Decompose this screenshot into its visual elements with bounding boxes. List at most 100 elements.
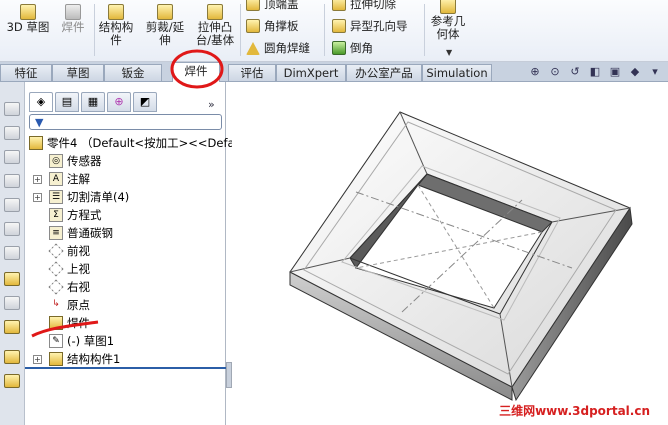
left-toolbar — [0, 82, 25, 425]
sketch3d-icon — [20, 4, 36, 20]
tab-features[interactable]: 特征 — [0, 64, 52, 81]
plane-icon — [48, 243, 64, 259]
display-manager-tab[interactable]: ◩ — [133, 92, 157, 112]
feature-manager-tab[interactable]: ◈ — [29, 92, 53, 112]
fillet-bead-icon — [246, 41, 260, 55]
tree-filter-input[interactable]: ▼ — [29, 114, 222, 130]
extruded-cut-icon — [332, 0, 346, 11]
extruded-boss-button[interactable]: 拉伸凸台/基体 — [193, 4, 237, 47]
dimxpert-manager-tab[interactable]: ⊕ — [107, 92, 131, 112]
tab-simulation[interactable]: Simulation — [422, 64, 492, 81]
heads-up-view-toolbar: ⊕ ⊙ ↺ ◧ ▣ ◆ ▾ — [528, 65, 662, 79]
display-icon: ◩ — [139, 95, 151, 108]
tree-item-weldment[interactable]: 焊件 — [49, 314, 90, 332]
tab-sheet-metal[interactable]: 钣金 — [104, 64, 162, 81]
gusset-button[interactable]: 角撑板 — [246, 18, 299, 34]
sketch3d-button[interactable]: 3D 草图 — [6, 4, 50, 34]
weldments-icon — [65, 4, 81, 20]
toolbar-button[interactable] — [4, 174, 20, 188]
weldments-button[interactable]: 焊件 — [56, 4, 90, 34]
tree-item-top-plane[interactable]: 上视 — [48, 260, 90, 278]
ref-geometry-icon — [440, 0, 456, 14]
panel-divider — [25, 367, 226, 369]
tree-item-material[interactable]: ≡ 普通碳钢 — [49, 224, 113, 242]
ref-geometry-button[interactable]: 参考几何体 — [428, 0, 468, 41]
tree-item-equations[interactable]: Σ 方程式 — [49, 206, 102, 224]
display-style-icon[interactable]: ◆ — [628, 65, 642, 79]
toolbar-button[interactable] — [4, 198, 20, 212]
feature-tree-icon: ◈ — [36, 95, 46, 108]
expand-toggle[interactable]: + — [33, 355, 42, 364]
previous-view-icon[interactable]: ↺ — [568, 65, 582, 79]
command-manager-ribbon: 3D 草图 焊件 结构构件 剪裁/延伸 拉伸凸台/基体 顶端盖 角撑板 圆角焊缝… — [0, 0, 668, 62]
tab-dimxpert[interactable]: DimXpert — [276, 64, 346, 81]
weldment-frame-model — [289, 111, 633, 402]
toolbar-button[interactable] — [4, 374, 20, 388]
configuration-manager-tab[interactable]: ▦ — [81, 92, 105, 112]
tree-item-origin[interactable]: ↳ 原点 — [49, 296, 90, 314]
ribbon-separator — [94, 4, 95, 56]
hole-wizard-button[interactable]: 异型孔向导 — [332, 18, 408, 34]
tree-item-right-plane[interactable]: 右视 — [48, 278, 90, 296]
toolbar-button[interactable] — [4, 102, 20, 116]
chevron-right-icon[interactable]: » — [208, 98, 215, 111]
toolbar-button[interactable] — [4, 222, 20, 236]
section-view-icon[interactable]: ◧ — [588, 65, 602, 79]
ribbon-separator — [324, 4, 325, 56]
property-manager-tab[interactable]: ▤ — [55, 92, 79, 112]
toolbar-button[interactable] — [4, 272, 20, 286]
tree-item-cut-list[interactable]: ☰ 切割清单(4) — [49, 188, 129, 206]
hole-wizard-icon — [332, 19, 346, 33]
weldment-icon — [49, 316, 63, 330]
toolbar-button[interactable] — [4, 350, 20, 364]
tab-evaluate[interactable]: 评估 — [228, 64, 276, 81]
chevron-down-icon[interactable]: ▾ — [648, 65, 662, 79]
view-orientation-icon[interactable]: ▣ — [608, 65, 622, 79]
zoom-to-area-icon[interactable]: ⊙ — [548, 65, 562, 79]
crosshair-icon: ⊕ — [114, 95, 124, 108]
toolbar-button[interactable] — [4, 150, 20, 164]
toolbar-button[interactable] — [4, 296, 20, 310]
tab-office-products[interactable]: 办公室产品 — [346, 64, 422, 81]
tree-item-sketch1[interactable]: ✎ (-) 草图1 — [49, 332, 114, 350]
gusset-icon — [246, 19, 260, 33]
tree-item-structural-member1[interactable]: 结构构件1 — [49, 350, 120, 368]
fillet-bead-button[interactable]: 圆角焊缝 — [246, 40, 310, 56]
expand-toggle[interactable]: + — [33, 175, 42, 184]
graphics-area[interactable]: 三维网www.3dportal.cn — [232, 82, 668, 425]
annotation-icon: A — [49, 172, 63, 186]
chamfer-button[interactable]: 倒角 — [332, 40, 373, 56]
origin-icon: ↳ — [52, 299, 60, 309]
toolbar-button[interactable] — [4, 246, 20, 260]
expand-toggle[interactable]: + — [33, 193, 42, 202]
end-cap-button[interactable]: 顶端盖 — [246, 0, 299, 12]
watermark-text: 三维网www.3dportal.cn — [499, 404, 650, 418]
feature-manager-panel: ◈ ▤ ▦ ⊕ ◩ » ▼ 零件4 （Default<按加工><<Defa ◎ … — [25, 82, 235, 425]
tree-item-sensors[interactable]: ◎ 传感器 — [49, 152, 102, 170]
plane-icon — [48, 279, 64, 295]
trim-extend-icon — [157, 4, 173, 20]
toolbar-button[interactable] — [4, 126, 20, 140]
end-cap-icon — [246, 0, 260, 11]
extruded-cut-button[interactable]: 拉伸切除 — [332, 0, 396, 12]
trim-extend-button[interactable]: 剪裁/延伸 — [142, 4, 188, 47]
tree-item-annotations[interactable]: A 注解 — [49, 170, 90, 188]
structural-member-icon — [108, 4, 124, 20]
tab-sketch[interactable]: 草图 — [52, 64, 104, 81]
cut-list-icon: ☰ — [49, 190, 63, 204]
chamfer-icon — [332, 41, 346, 55]
plane-icon — [48, 261, 64, 277]
tree-root[interactable]: 零件4 （Default<按加工><<Defa — [29, 134, 235, 152]
toolbar-button[interactable] — [4, 320, 20, 334]
chevron-down-icon[interactable]: ▼ — [446, 48, 452, 57]
zoom-to-fit-icon[interactable]: ⊕ — [528, 65, 542, 79]
ribbon-separator — [240, 4, 241, 56]
panel-tabs: ◈ ▤ ▦ ⊕ ◩ » — [25, 88, 226, 112]
structural-member-button[interactable]: 结构构件 — [97, 4, 135, 47]
sketch-icon: ✎ — [49, 334, 63, 348]
extruded-boss-icon — [207, 4, 223, 20]
tree-item-front-plane[interactable]: 前视 — [48, 242, 90, 260]
tab-weldments[interactable]: 焊件 — [172, 62, 220, 82]
equations-icon: Σ — [49, 208, 63, 222]
filter-icon: ▼ — [35, 116, 44, 129]
